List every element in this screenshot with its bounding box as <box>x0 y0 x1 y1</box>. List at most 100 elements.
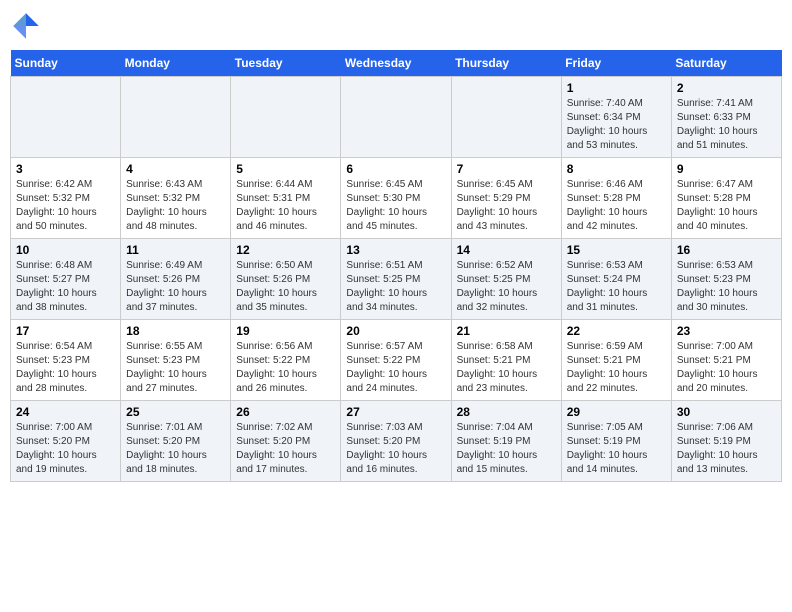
calendar-cell: 25 Sunrise: 7:01 AM Sunset: 5:20 PM Dayli… <box>121 401 231 482</box>
calendar-cell: 2 Sunrise: 7:41 AM Sunset: 6:33 PM Daylig… <box>671 77 781 158</box>
calendar-cell: 1 Sunrise: 7:40 AM Sunset: 6:34 PM Daylig… <box>561 77 671 158</box>
day-number: 3 <box>16 162 115 176</box>
day-detail: Sunrise: 7:01 AM Sunset: 5:20 PM Dayligh… <box>126 421 225 477</box>
day-number: 6 <box>346 162 445 176</box>
calendar-cell: 20 Sunrise: 6:57 AM Sunset: 5:22 PM Dayli… <box>341 320 451 401</box>
calendar-cell: 4 Sunrise: 6:43 AM Sunset: 5:32 PM Daylig… <box>121 158 231 239</box>
day-detail: Sunrise: 6:54 AM Sunset: 5:23 PM Dayligh… <box>16 340 115 396</box>
day-detail: Sunrise: 6:46 AM Sunset: 5:28 PM Dayligh… <box>567 178 666 234</box>
day-detail: Sunrise: 7:41 AM Sunset: 6:33 PM Dayligh… <box>677 97 776 153</box>
calendar-cell <box>121 77 231 158</box>
day-number: 28 <box>457 405 556 419</box>
day-detail: Sunrise: 7:04 AM Sunset: 5:19 PM Dayligh… <box>457 421 556 477</box>
day-detail: Sunrise: 7:00 AM Sunset: 5:21 PM Dayligh… <box>677 340 776 396</box>
calendar-cell: 10 Sunrise: 6:48 AM Sunset: 5:27 PM Dayli… <box>11 239 121 320</box>
calendar-cell: 29Sunrise: 7:05 AM Sunset: 5:19 PM Dayli… <box>561 401 671 482</box>
calendar-cell: 24Sunrise: 7:00 AM Sunset: 5:20 PM Dayli… <box>11 401 121 482</box>
calendar-cell <box>231 77 341 158</box>
day-detail: Sunrise: 7:05 AM Sunset: 5:19 PM Dayligh… <box>567 421 666 477</box>
days-of-week-row: SundayMondayTuesdayWednesdayThursdayFrid… <box>11 50 782 77</box>
day-detail: Sunrise: 6:48 AM Sunset: 5:27 PM Dayligh… <box>16 259 115 315</box>
day-number: 13 <box>346 243 445 257</box>
calendar-week-row: 17Sunrise: 6:54 AM Sunset: 5:23 PM Dayli… <box>11 320 782 401</box>
calendar-table: SundayMondayTuesdayWednesdayThursdayFrid… <box>10 50 782 482</box>
calendar-cell: 3 Sunrise: 6:42 AM Sunset: 5:32 PM Daylig… <box>11 158 121 239</box>
calendar-cell: 26Sunrise: 7:02 AM Sunset: 5:20 PM Dayli… <box>231 401 341 482</box>
calendar-cell: 11 Sunrise: 6:49 AM Sunset: 5:26 PM Dayli… <box>121 239 231 320</box>
calendar-cell: 30 Sunrise: 7:06 AM Sunset: 5:19 PM Dayli… <box>671 401 781 482</box>
page-header <box>10 10 782 42</box>
logo-icon <box>10 10 42 42</box>
day-detail: Sunrise: 7:06 AM Sunset: 5:19 PM Dayligh… <box>677 421 776 477</box>
day-number: 14 <box>457 243 556 257</box>
calendar-cell: 19Sunrise: 6:56 AM Sunset: 5:22 PM Dayli… <box>231 320 341 401</box>
day-number: 21 <box>457 324 556 338</box>
day-of-week-header: Friday <box>561 50 671 77</box>
day-detail: Sunrise: 6:42 AM Sunset: 5:32 PM Dayligh… <box>16 178 115 234</box>
day-detail: Sunrise: 7:00 AM Sunset: 5:20 PM Dayligh… <box>16 421 115 477</box>
day-detail: Sunrise: 6:53 AM Sunset: 5:23 PM Dayligh… <box>677 259 776 315</box>
day-number: 15 <box>567 243 666 257</box>
day-number: 22 <box>567 324 666 338</box>
day-detail: Sunrise: 6:50 AM Sunset: 5:26 PM Dayligh… <box>236 259 335 315</box>
day-number: 4 <box>126 162 225 176</box>
day-number: 10 <box>16 243 115 257</box>
calendar-cell <box>11 77 121 158</box>
day-detail: Sunrise: 6:55 AM Sunset: 5:23 PM Dayligh… <box>126 340 225 396</box>
day-detail: Sunrise: 7:03 AM Sunset: 5:20 PM Dayligh… <box>346 421 445 477</box>
day-of-week-header: Wednesday <box>341 50 451 77</box>
day-number: 18 <box>126 324 225 338</box>
day-number: 7 <box>457 162 556 176</box>
calendar-cell: 18 Sunrise: 6:55 AM Sunset: 5:23 PM Dayli… <box>121 320 231 401</box>
day-number: 16 <box>677 243 776 257</box>
day-detail: Sunrise: 6:59 AM Sunset: 5:21 PM Dayligh… <box>567 340 666 396</box>
day-detail: Sunrise: 6:57 AM Sunset: 5:22 PM Dayligh… <box>346 340 445 396</box>
calendar-cell: 22 Sunrise: 6:59 AM Sunset: 5:21 PM Dayli… <box>561 320 671 401</box>
calendar-header: SundayMondayTuesdayWednesdayThursdayFrid… <box>11 50 782 77</box>
logo <box>10 10 46 42</box>
calendar-cell: 15Sunrise: 6:53 AM Sunset: 5:24 PM Dayli… <box>561 239 671 320</box>
day-number: 11 <box>126 243 225 257</box>
calendar-week-row: 10 Sunrise: 6:48 AM Sunset: 5:27 PM Dayli… <box>11 239 782 320</box>
day-number: 20 <box>346 324 445 338</box>
day-of-week-header: Saturday <box>671 50 781 77</box>
day-detail: Sunrise: 6:43 AM Sunset: 5:32 PM Dayligh… <box>126 178 225 234</box>
calendar-cell: 7 Sunrise: 6:45 AM Sunset: 5:29 PM Daylig… <box>451 158 561 239</box>
day-of-week-header: Thursday <box>451 50 561 77</box>
day-detail: Sunrise: 7:02 AM Sunset: 5:20 PM Dayligh… <box>236 421 335 477</box>
day-of-week-header: Tuesday <box>231 50 341 77</box>
calendar-body: 1 Sunrise: 7:40 AM Sunset: 6:34 PM Daylig… <box>11 77 782 482</box>
day-detail: Sunrise: 6:45 AM Sunset: 5:30 PM Dayligh… <box>346 178 445 234</box>
calendar-cell <box>341 77 451 158</box>
day-detail: Sunrise: 6:49 AM Sunset: 5:26 PM Dayligh… <box>126 259 225 315</box>
calendar-week-row: 24Sunrise: 7:00 AM Sunset: 5:20 PM Dayli… <box>11 401 782 482</box>
day-number: 12 <box>236 243 335 257</box>
day-number: 2 <box>677 81 776 95</box>
day-number: 8 <box>567 162 666 176</box>
day-of-week-header: Sunday <box>11 50 121 77</box>
calendar-cell: 5Sunrise: 6:44 AM Sunset: 5:31 PM Daylig… <box>231 158 341 239</box>
calendar-cell: 17Sunrise: 6:54 AM Sunset: 5:23 PM Dayli… <box>11 320 121 401</box>
day-number: 25 <box>126 405 225 419</box>
calendar-cell: 6 Sunrise: 6:45 AM Sunset: 5:30 PM Daylig… <box>341 158 451 239</box>
calendar-cell: 14Sunrise: 6:52 AM Sunset: 5:25 PM Dayli… <box>451 239 561 320</box>
calendar-cell: 27Sunrise: 7:03 AM Sunset: 5:20 PM Dayli… <box>341 401 451 482</box>
day-detail: Sunrise: 6:44 AM Sunset: 5:31 PM Dayligh… <box>236 178 335 234</box>
calendar-cell: 16 Sunrise: 6:53 AM Sunset: 5:23 PM Dayli… <box>671 239 781 320</box>
day-number: 30 <box>677 405 776 419</box>
calendar-cell: 9Sunrise: 6:47 AM Sunset: 5:28 PM Daylig… <box>671 158 781 239</box>
calendar-cell: 21 Sunrise: 6:58 AM Sunset: 5:21 PM Dayli… <box>451 320 561 401</box>
day-number: 19 <box>236 324 335 338</box>
day-detail: Sunrise: 6:58 AM Sunset: 5:21 PM Dayligh… <box>457 340 556 396</box>
day-number: 9 <box>677 162 776 176</box>
calendar-cell: 8 Sunrise: 6:46 AM Sunset: 5:28 PM Daylig… <box>561 158 671 239</box>
day-detail: Sunrise: 7:40 AM Sunset: 6:34 PM Dayligh… <box>567 97 666 153</box>
day-detail: Sunrise: 6:45 AM Sunset: 5:29 PM Dayligh… <box>457 178 556 234</box>
calendar-cell: 12 Sunrise: 6:50 AM Sunset: 5:26 PM Dayli… <box>231 239 341 320</box>
day-number: 1 <box>567 81 666 95</box>
day-number: 23 <box>677 324 776 338</box>
calendar-cell: 13Sunrise: 6:51 AM Sunset: 5:25 PM Dayli… <box>341 239 451 320</box>
day-of-week-header: Monday <box>121 50 231 77</box>
calendar-cell: 23 Sunrise: 7:00 AM Sunset: 5:21 PM Dayli… <box>671 320 781 401</box>
calendar-week-row: 3 Sunrise: 6:42 AM Sunset: 5:32 PM Daylig… <box>11 158 782 239</box>
